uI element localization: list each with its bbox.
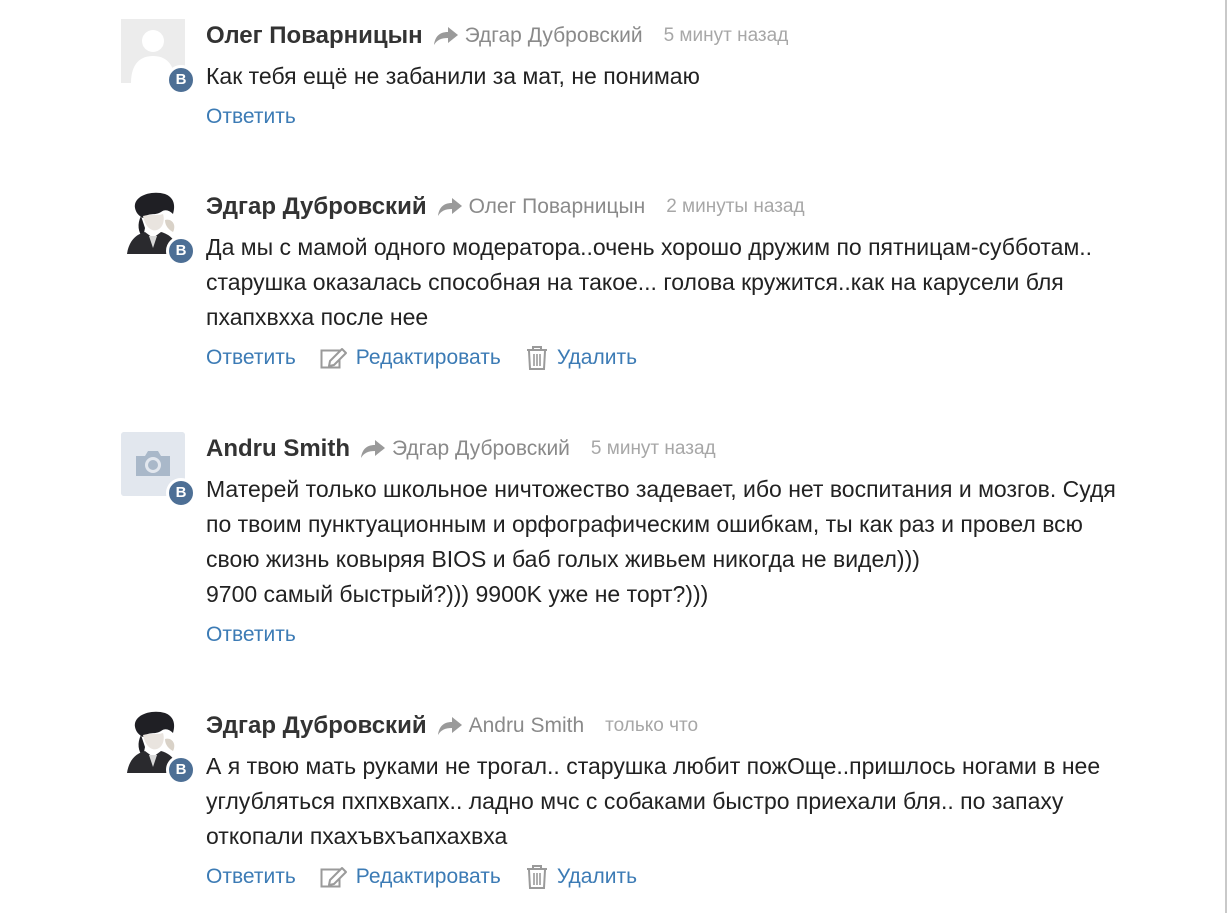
- reply-to-name[interactable]: Эдгар Дубровский: [392, 437, 570, 461]
- trash-icon: [526, 346, 547, 370]
- comment-text: А я твою мать руками не трогал.. старушк…: [206, 753, 1101, 849]
- reply-to-name[interactable]: Andru Smith: [469, 714, 585, 738]
- vk-badge-icon: В: [166, 65, 196, 95]
- comment-actions: Ответить: [206, 620, 1206, 650]
- comment-header: Эдгар Дубровский Олег Поварницын 2 минут…: [206, 190, 1206, 224]
- vk-badge-icon: В: [166, 755, 196, 785]
- comment-text: Матерей только школьное ничтожество заде…: [206, 476, 1116, 607]
- edit-pencil-icon: [320, 348, 347, 369]
- reply-label: Ответить: [206, 105, 296, 128]
- vk-badge-icon: В: [166, 478, 196, 508]
- reply-label: Ответить: [206, 346, 296, 369]
- delete-button[interactable]: Удалить: [525, 345, 637, 371]
- delete-label: Удалить: [556, 865, 638, 888]
- reply-arrow-icon: [361, 440, 385, 458]
- timestamp[interactable]: только что: [605, 715, 698, 737]
- avatar[interactable]: В: [121, 709, 196, 785]
- comment-header: Эдгар Дубровский Andru Smith только что: [206, 709, 1206, 743]
- reply-label: Ответить: [206, 623, 296, 646]
- avatar[interactable]: В: [121, 19, 196, 95]
- reply-button[interactable]: Ответить: [206, 105, 296, 129]
- comment-actions: Ответить Редактировать Удалить: [206, 862, 1206, 892]
- comments-feed: В Олег Поварницын Эдгар Дубровский 5 мин…: [0, 0, 1227, 913]
- reply-button[interactable]: Ответить: [206, 865, 296, 889]
- avatar[interactable]: В: [121, 432, 196, 508]
- edit-button[interactable]: Редактировать: [320, 346, 501, 370]
- avatar[interactable]: В: [121, 190, 196, 266]
- reply-arrow-icon: [433, 27, 458, 45]
- reply-to-name[interactable]: Эдгар Дубровский: [465, 24, 643, 48]
- reply-button[interactable]: Ответить: [206, 346, 296, 370]
- comment-header: Олег Поварницын Эдгар Дубровский 5 минут…: [206, 19, 1206, 53]
- reply-to-name[interactable]: Олег Поварницын: [469, 195, 646, 219]
- comment-text: Как тебя ещё не забанили за мат, не пони…: [206, 63, 700, 89]
- comment-actions: Ответить Редактировать Удалить: [206, 343, 1206, 373]
- reply-label: Ответить: [206, 865, 296, 888]
- edit-pencil-icon: [320, 867, 347, 888]
- reply-button[interactable]: Ответить: [206, 623, 296, 647]
- timestamp[interactable]: 2 минуты назад: [666, 196, 804, 218]
- delete-label: Удалить: [556, 346, 638, 369]
- trash-icon: [526, 865, 547, 889]
- comment-header: Andru Smith Эдгар Дубровский 5 минут наз…: [206, 432, 1206, 466]
- edit-label: Редактировать: [355, 865, 501, 888]
- author-name[interactable]: Олег Поварницын: [206, 22, 423, 50]
- comment-actions: Ответить: [206, 102, 1206, 132]
- author-name[interactable]: Andru Smith: [206, 435, 350, 463]
- vk-badge-icon: В: [166, 236, 196, 266]
- reply-arrow-icon: [437, 198, 462, 216]
- comment-text: Да мы с мамой одного модератора..очень х…: [206, 234, 1093, 330]
- author-name[interactable]: Эдгар Дубровский: [206, 712, 427, 740]
- timestamp[interactable]: 5 минут назад: [591, 438, 716, 460]
- edit-label: Редактировать: [355, 346, 501, 369]
- timestamp[interactable]: 5 минут назад: [664, 25, 789, 47]
- edit-button[interactable]: Редактировать: [320, 865, 501, 889]
- reply-arrow-icon: [437, 717, 462, 735]
- delete-button[interactable]: Удалить: [525, 864, 637, 890]
- author-name[interactable]: Эдгар Дубровский: [206, 193, 427, 221]
